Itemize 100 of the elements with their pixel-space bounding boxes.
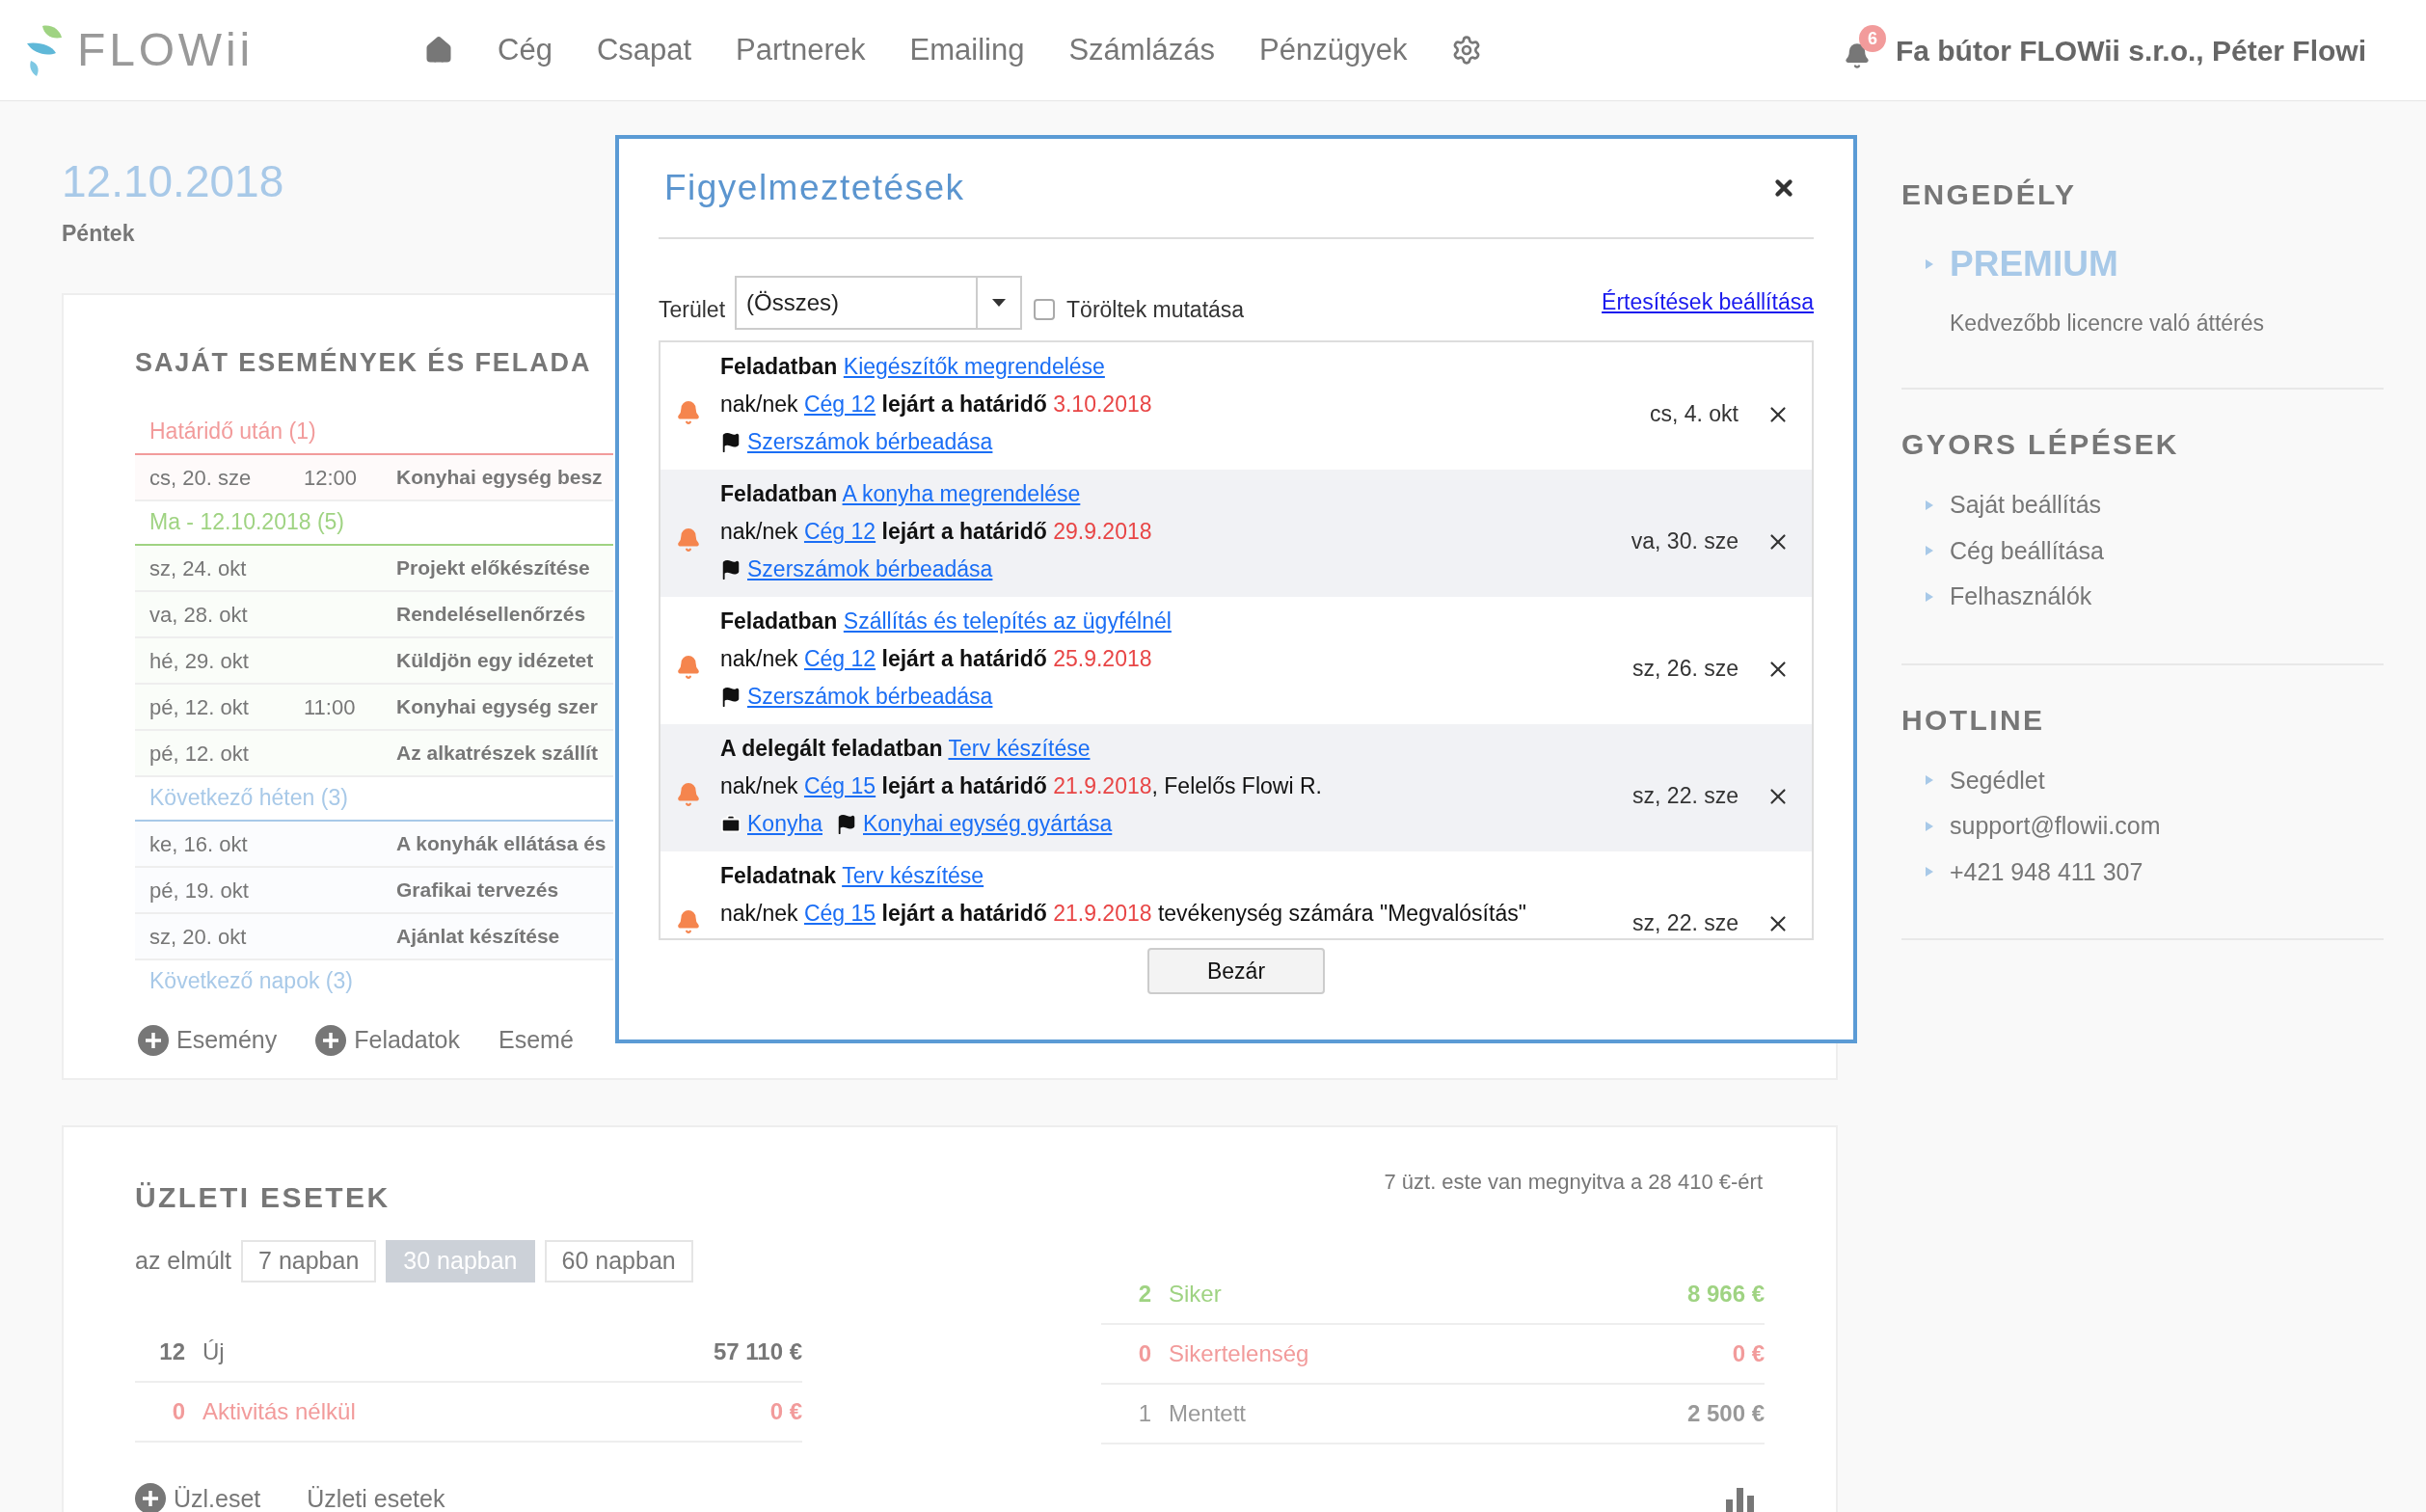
- add-link[interactable]: Feladatok: [315, 1022, 460, 1059]
- bell-icon: [676, 909, 701, 934]
- period-tab[interactable]: 60 napban: [544, 1239, 693, 1282]
- sidebar-link[interactable]: +421 948 411 307: [1950, 853, 2143, 890]
- close-button[interactable]: Bezár: [1147, 948, 1325, 994]
- dialog-title: Figyelmeztetések: [664, 167, 965, 210]
- logo-text: FLOWii: [77, 27, 255, 73]
- group-heading: Határidő után (1): [149, 417, 316, 446]
- triangle-bullet-icon: [1925, 499, 1934, 511]
- plus-circle-icon: [315, 1024, 347, 1056]
- stat-label: Siker: [1169, 1279, 1222, 1309]
- link[interactable]: Szállítás és telepítés az ügyfélnél: [843, 608, 1172, 634]
- event-title[interactable]: Küldjön egy idézetet: [396, 645, 594, 676]
- event-title[interactable]: Grafikai tervezés: [396, 875, 559, 905]
- flag-icon: [720, 558, 741, 580]
- nav-link[interactable]: Partnerek: [736, 27, 866, 73]
- flag-icon: [720, 686, 741, 708]
- tag-link[interactable]: Szerszámok bérbeadása: [747, 682, 993, 712]
- sidebar-link[interactable]: Saját beállítás: [1950, 487, 2102, 524]
- stat-count: 0: [171, 1396, 185, 1426]
- sidebar-link[interactable]: Segédlet: [1950, 762, 2045, 798]
- event-date: sz, 24. okt: [149, 554, 248, 582]
- notification-date: sz, 22. sze: [1632, 782, 1739, 810]
- link[interactable]: Cég 15: [803, 773, 876, 798]
- notification-date: cs, 4. okt: [1649, 400, 1739, 428]
- home-icon[interactable]: [424, 36, 453, 65]
- triangle-bullet-icon: [1925, 545, 1934, 557]
- notification-text: nak/nek Cég 12 lejárt a határidő 25.9.2018: [720, 645, 1153, 673]
- text-link[interactable]: Esemé: [499, 1022, 574, 1059]
- sidebar-link[interactable]: Cég beállítása: [1950, 532, 2104, 569]
- triangle-bullet-icon: [1925, 774, 1934, 787]
- notification-text: nak/nek Cég 15 lejárt a határidő 21.9.2018, Felelős Flowi R.: [720, 772, 1322, 800]
- notification-text: Feladatban Szállítás és telepítés az ügyfélnél: [720, 608, 1172, 635]
- checkbox-label: Töröltek mutatása: [1066, 295, 1245, 324]
- tag-link[interactable]: Konyha: [747, 809, 822, 839]
- nav-link[interactable]: Emailing: [909, 27, 1025, 73]
- link[interactable]: Cég 12: [803, 392, 876, 417]
- current-date: 12.10.2018: [62, 159, 284, 203]
- event-title[interactable]: Ajánlat készítése: [396, 921, 560, 952]
- event-date: va, 28. okt: [149, 601, 249, 629]
- triangle-bullet-icon: [1925, 820, 1934, 832]
- add-link[interactable]: Esemény: [138, 1022, 278, 1059]
- link[interactable]: Kiegészítők megrendelése: [843, 354, 1105, 379]
- text-link[interactable]: Üzleti esetek: [307, 1480, 445, 1512]
- sidebar-heading: GYORS LÉPÉSEK: [1901, 427, 2180, 462]
- event-title[interactable]: Projekt előkészítése: [396, 553, 590, 583]
- event-title[interactable]: Konyhai egység besz: [396, 462, 603, 493]
- notifications-bell-icon[interactable]: [1843, 42, 1871, 69]
- tag-link[interactable]: Konyhai egység gyártása: [863, 809, 1113, 839]
- event-time: 11:00: [304, 694, 356, 719]
- stat-count: 12: [158, 1336, 185, 1366]
- flag-icon: [720, 431, 741, 453]
- nav-link[interactable]: Számlázás: [1068, 27, 1215, 73]
- triangle-bullet-icon: [1925, 257, 1934, 270]
- flag-icon: [836, 813, 857, 835]
- nav-link[interactable]: Cég: [498, 27, 553, 73]
- bell-icon: [676, 400, 701, 425]
- sidebar-link[interactable]: support@flowii.com: [1950, 808, 2161, 845]
- link[interactable]: Cég 12: [803, 646, 876, 671]
- group-heading: Következő napok (3): [149, 966, 353, 995]
- area-select[interactable]: (Összes): [735, 276, 1023, 330]
- checkbox[interactable]: [1034, 298, 1056, 320]
- settings-link[interactable]: Értesítések beállítása: [1602, 284, 1814, 318]
- triangle-bullet-icon: [1925, 590, 1934, 603]
- event-title[interactable]: A konyhák ellátása és: [396, 828, 606, 859]
- sidebar-heading: HOTLINE: [1901, 702, 2046, 738]
- stat-label: Aktivitás nélkül: [202, 1396, 356, 1426]
- summary-text: 7 üzt. este van megnyitva a 28 410 €-ért: [1384, 1168, 1763, 1196]
- field-label: Terület: [659, 295, 726, 324]
- tag-link[interactable]: Szerszámok bérbeadása: [747, 427, 993, 457]
- period-tab[interactable]: 7 napban: [241, 1239, 377, 1282]
- weekday: Péntek: [62, 220, 135, 248]
- link[interactable]: Cég 15: [803, 901, 876, 926]
- event-title[interactable]: Rendelésellenőrzés: [396, 599, 586, 630]
- stat-amount: 57 110 €: [713, 1336, 802, 1366]
- stat-count: 0: [1137, 1338, 1151, 1368]
- notification-text: Feladatnak Terv készítése: [720, 862, 985, 890]
- link[interactable]: Terv készítése: [948, 736, 1091, 761]
- tag-link[interactable]: Szerszámok bérbeadása: [747, 554, 993, 584]
- link[interactable]: Cég 12: [803, 519, 876, 544]
- filter-label: az elmúlt: [135, 1245, 232, 1276]
- add-link[interactable]: Üzl.eset: [135, 1480, 261, 1512]
- user-name[interactable]: Fa bútor FLOWii s.r.o., Péter Flowi: [1895, 28, 2366, 72]
- stat-label: Sikertelenség: [1169, 1338, 1309, 1368]
- notification-text: A delegált feladatban Terv készítése: [720, 735, 1092, 763]
- bell-icon: [676, 655, 701, 680]
- stat-amount: 8 966 €: [1686, 1279, 1765, 1309]
- stat-label: Új: [202, 1336, 225, 1366]
- card-title: ÜZLETI ESETEK: [135, 1179, 391, 1215]
- group-heading: Ma - 12.10.2018 (5): [149, 507, 344, 536]
- event-date: pé, 12. okt: [149, 693, 250, 721]
- caret-icon: [992, 299, 1007, 307]
- nav-link[interactable]: Csapat: [596, 27, 692, 73]
- nav-link[interactable]: Pénzügyek: [1259, 27, 1408, 73]
- event-date: cs, 20. sze: [149, 464, 253, 492]
- link[interactable]: Terv készítése: [842, 863, 984, 888]
- link[interactable]: A konyha megrendelése: [842, 481, 1081, 506]
- event-title[interactable]: Az alkatrészek szállít: [396, 738, 598, 769]
- sidebar-link[interactable]: Felhasználók: [1950, 579, 2092, 615]
- event-title[interactable]: Konyhai egység szer: [396, 691, 598, 722]
